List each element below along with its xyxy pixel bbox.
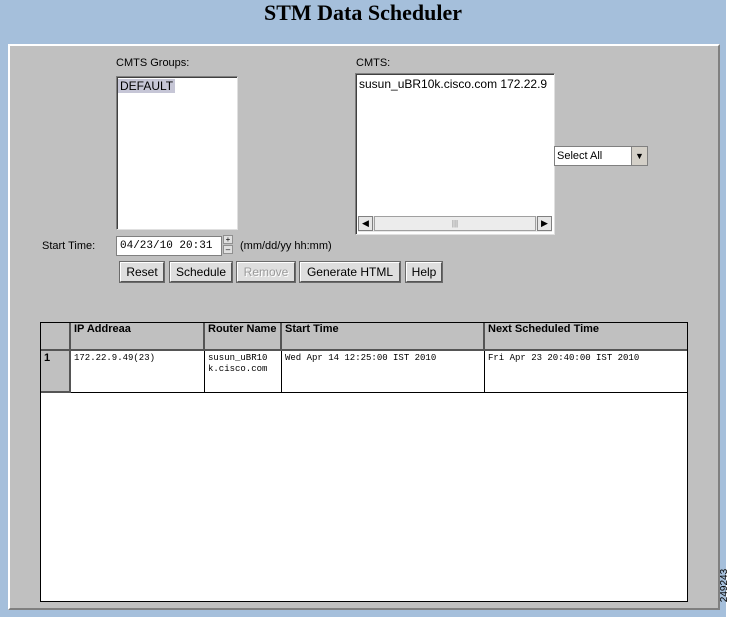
decrement-icon[interactable]: – [223,245,233,254]
cmts-label: CMTS: [356,57,391,69]
cmts-item[interactable]: susun_uBR10k.cisco.com 172.22.9 [357,77,549,91]
start-time-input[interactable]: 04/23/10 20:31 [116,236,222,256]
remove-button[interactable]: Remove [237,262,295,282]
select-all-value: Select All [557,150,603,162]
scroll-right-icon[interactable]: ▶ [537,216,552,231]
increment-icon[interactable]: + [223,235,233,244]
reset-button[interactable]: Reset [120,262,164,282]
column-header-ip[interactable]: IP Addreaa [71,323,205,351]
help-button[interactable]: Help [406,262,442,282]
start-time-format-hint: (mm/dd/yy hh:mm) [240,240,332,252]
figure-id-text: 249243 [719,568,731,603]
page-title: STM Data Scheduler [264,0,462,25]
scheduler-panel: CMTS Groups: DEFAULT CMTS: susun_uBR10k.… [8,44,720,610]
column-header-router[interactable]: Router Name [205,323,282,351]
schedule-table: IP Addreaa Router Name Start Time Next S… [40,322,688,602]
column-header-start-time[interactable]: Start Time [282,323,485,351]
cell-next-time[interactable]: Fri Apr 23 20:40:00 IST 2010 [485,351,687,393]
row-number: 1 [41,351,71,393]
page-frame: STM Data Scheduler CMTS Groups: DEFAULT … [0,0,726,617]
scroll-left-icon[interactable]: ◀ [358,216,373,231]
cmts-horizontal-scrollbar[interactable]: ◀ ||| ▶ [358,216,552,232]
chevron-down-icon[interactable]: ▼ [631,147,647,165]
figure-id: 249243 [719,560,742,616]
select-all-dropdown[interactable]: Select All ▼ [554,146,648,166]
schedule-button[interactable]: Schedule [170,262,232,282]
cmts-group-item[interactable]: DEFAULT [118,79,176,93]
column-header-next-time[interactable]: Next Scheduled Time [485,323,687,351]
cell-start-time[interactable]: Wed Apr 14 12:25:00 IST 2010 [282,351,485,393]
cmts-listbox[interactable]: susun_uBR10k.cisco.com 172.22.9 ◀ ||| ▶ [355,73,555,235]
cell-router[interactable]: susun_uBR10k.cisco.com [205,351,282,393]
cell-ip[interactable]: 172.22.9.49(23) [71,351,205,393]
generate-html-button[interactable]: Generate HTML [300,262,400,282]
cmts-groups-listbox[interactable]: DEFAULT [116,76,238,230]
start-time-label: Start Time: [42,240,96,252]
cmts-groups-label: CMTS Groups: [116,57,190,69]
table-corner [41,323,71,351]
scroll-thumb[interactable]: ||| [374,216,536,231]
